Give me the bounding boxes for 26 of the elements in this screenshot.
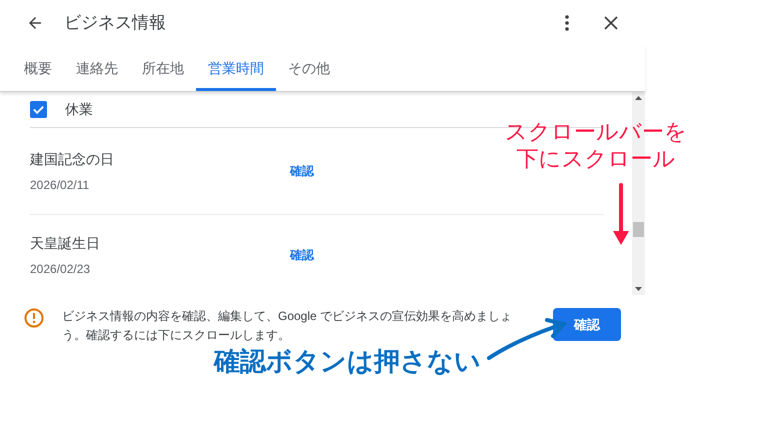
notice-text: ビジネス情報の内容を確認、編集して、Google でビジネスの宣伝効果を高めましょう。確認するには下にスクロールします。 [62,308,514,344]
tab[interactable]: 連絡先 [64,45,130,91]
tab[interactable]: 所在地 [130,45,196,91]
confirm-link[interactable]: 確認 [290,162,314,180]
tab[interactable]: その他 [276,45,342,91]
checkbox[interactable] [30,101,47,118]
more-vertical-icon [565,14,569,30]
confirm-link[interactable]: 確認 [290,246,314,264]
tab[interactable]: 概要 [12,45,64,91]
down-arrow-icon [613,183,629,247]
scroll-down-icon[interactable] [635,287,642,291]
dialog-title: ビジネス情報 [64,12,166,34]
annotation-text: スクロールバーを [505,118,687,145]
scroll-up-icon[interactable] [635,96,642,100]
annotation-text: 下にスクロール [516,145,676,172]
tab[interactable]: 営業時間 [196,45,276,91]
holiday-date: 2026/02/23 [30,260,92,278]
annotation-text: 確認ボタンは押さない [214,346,481,376]
scrollbar-thumb[interactable] [633,222,644,237]
checkbox-label: 休業 [65,100,93,119]
confirm-button[interactable]: 確認 [553,308,621,341]
holiday-name: 建国記念の日 [30,150,115,168]
close-icon [604,16,618,30]
warning-icon [24,308,44,328]
holiday-date: 2026/02/11 [30,176,90,194]
holiday-name: 天皇誕生日 [30,234,101,252]
